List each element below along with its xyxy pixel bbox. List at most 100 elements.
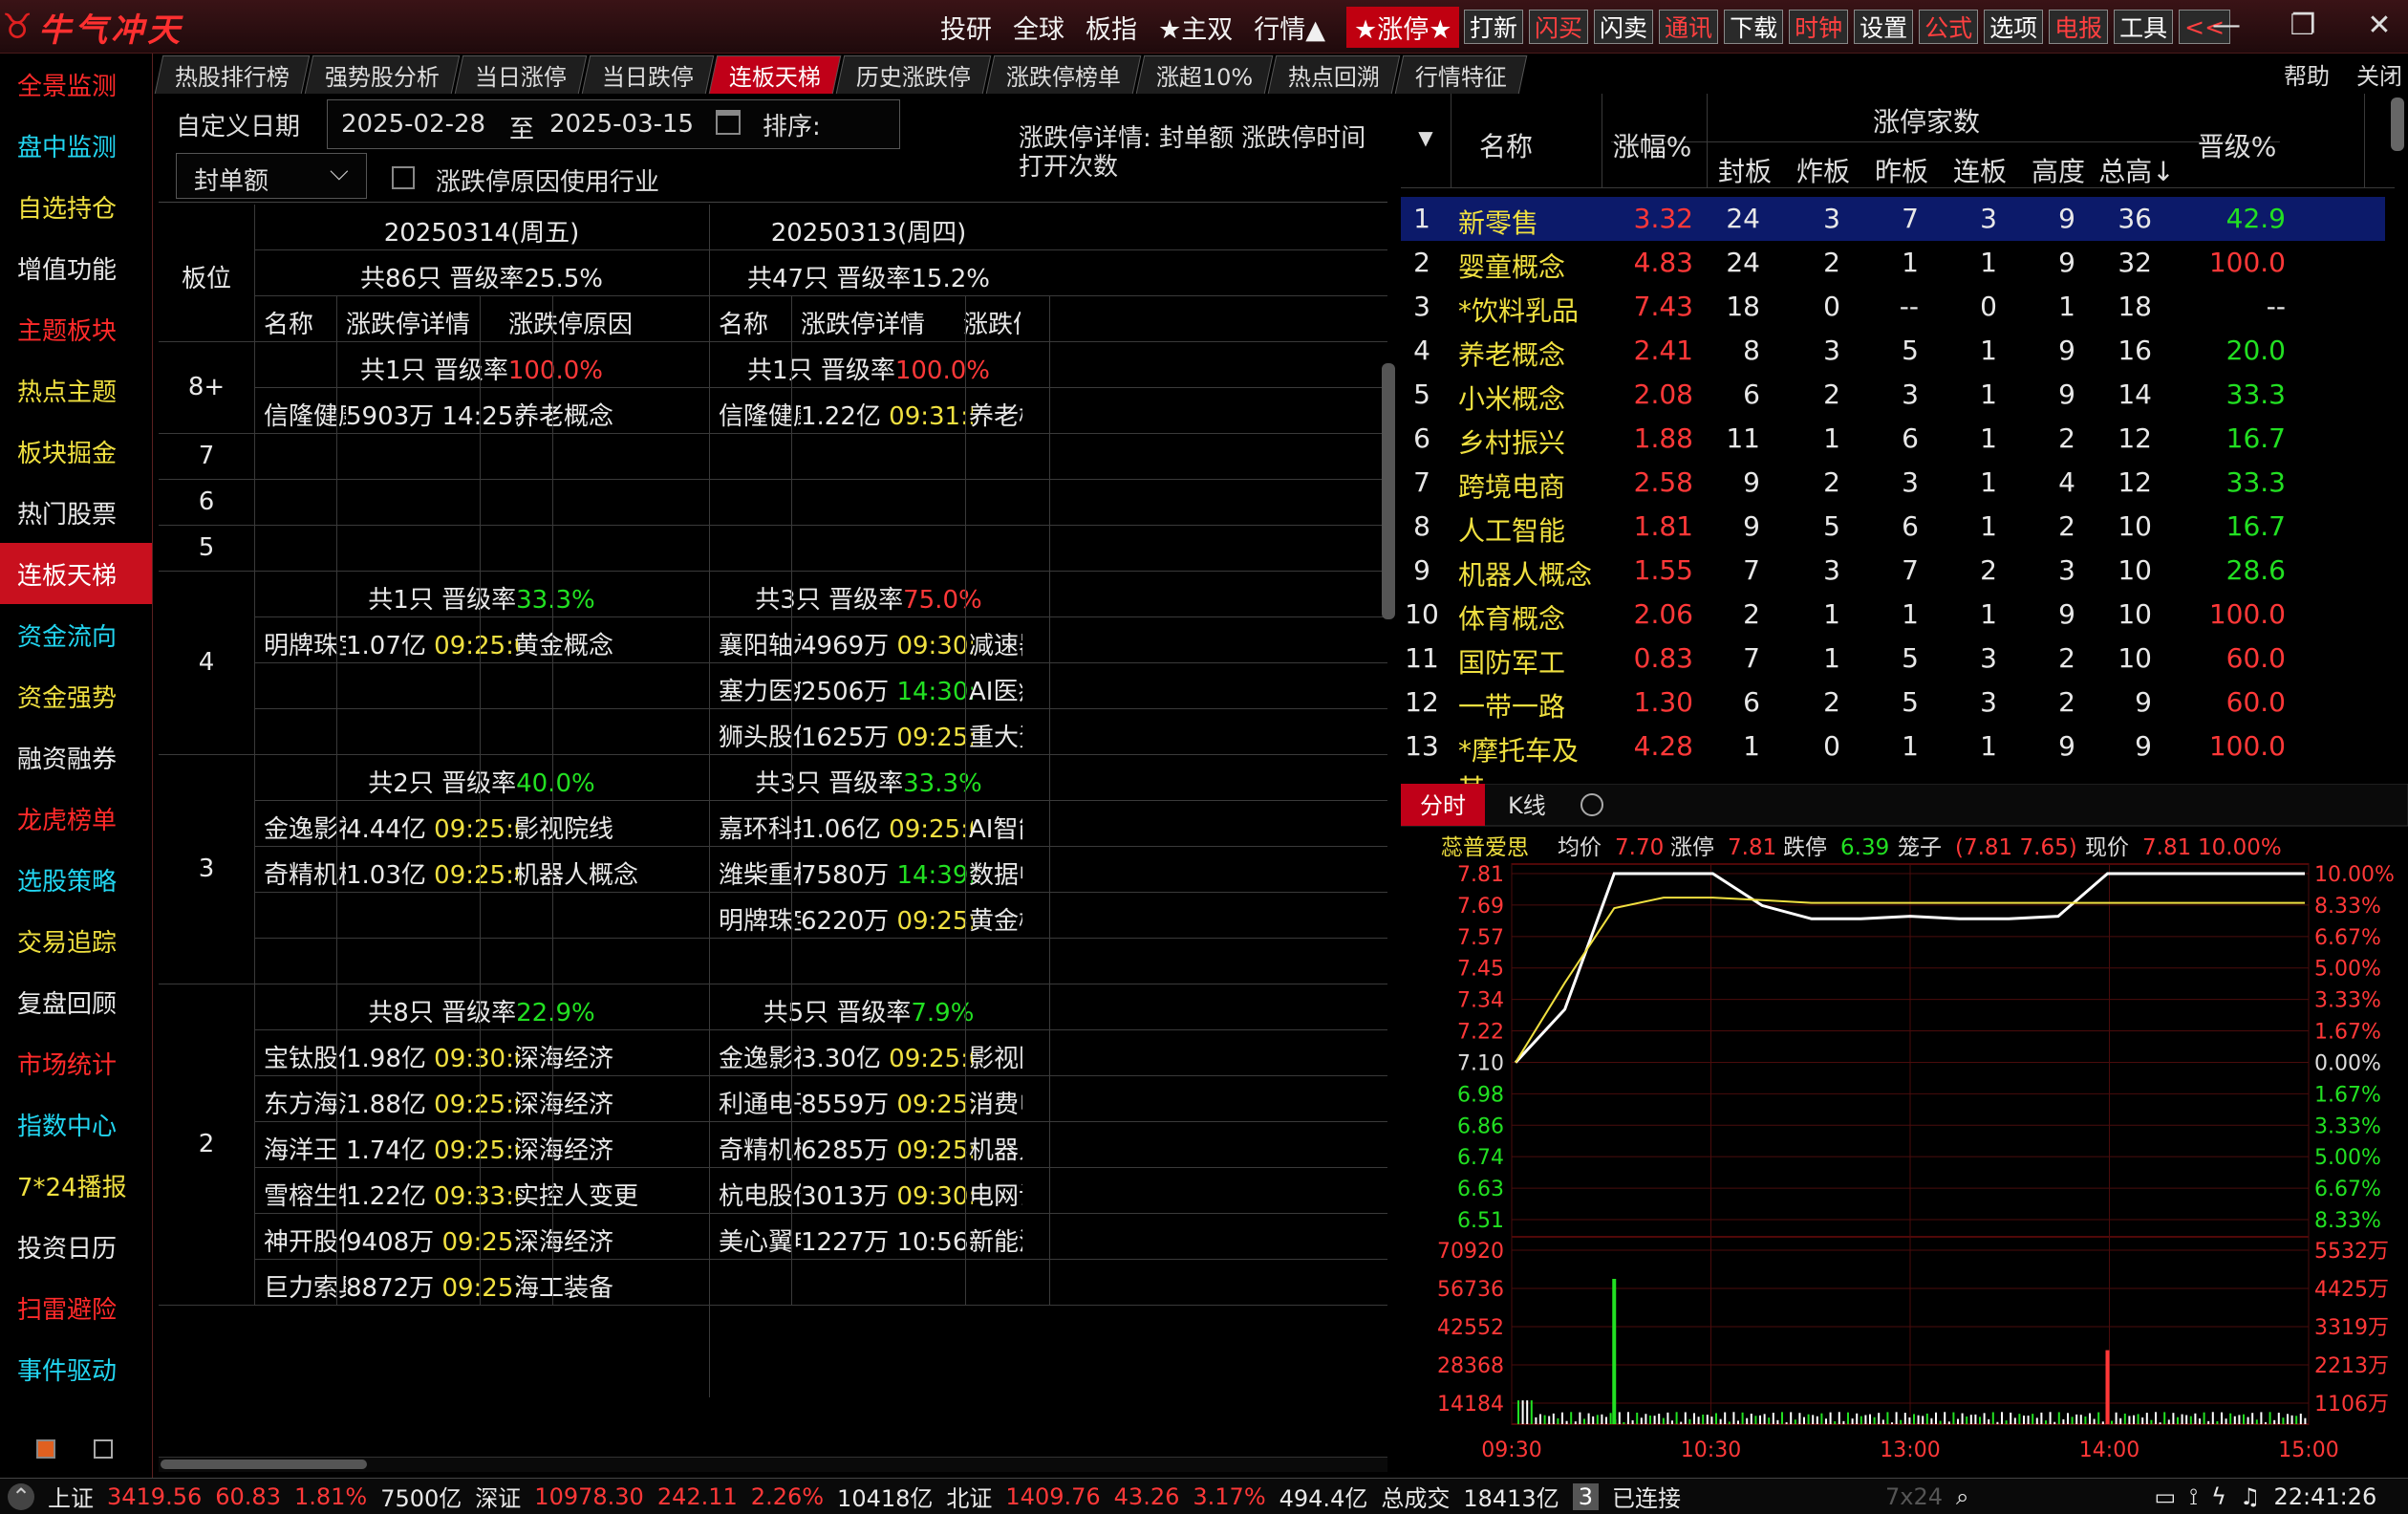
col-name[interactable]: 名称 xyxy=(1458,126,1554,164)
sidebar-item[interactable]: 选股策略 xyxy=(0,849,152,910)
sidebar-item[interactable]: 龙虎榜单 xyxy=(0,788,152,849)
chart-tab-kline[interactable]: K线 xyxy=(1508,792,1546,819)
sector-row[interactable]: 8 人工智能 1.81 9 5 6 1 2 10 16.7 xyxy=(1401,505,2385,549)
sidebar-item[interactable]: 全景监测 xyxy=(0,54,152,115)
reason-checkbox[interactable] xyxy=(392,166,415,189)
square-filled-icon[interactable] xyxy=(36,1439,55,1459)
sector-row[interactable]: 7 跨境电商 2.58 9 2 3 1 4 12 33.3 xyxy=(1401,461,2385,505)
menu-item[interactable]: 全球 xyxy=(1013,9,1064,46)
tab[interactable]: 历史涨跌停 xyxy=(835,55,992,94)
sidebar-item[interactable]: 增值功能 xyxy=(0,237,152,298)
menu-item[interactable]: 板指 xyxy=(1086,9,1137,46)
sidebar-item[interactable]: 扫雷避险 xyxy=(0,1277,152,1338)
ladder-hscroll[interactable] xyxy=(161,1460,367,1469)
sector-row[interactable]: 1 新零售 3.32 24 3 7 3 9 36 42.9 xyxy=(1401,197,2385,241)
message-icon[interactable]: ▭ xyxy=(2154,1483,2176,1510)
square-empty-icon[interactable] xyxy=(94,1439,113,1459)
tab[interactable]: 热点回溯 xyxy=(1268,55,1401,94)
search-icon[interactable]: ⌕ xyxy=(1956,1483,1968,1510)
grid-line xyxy=(254,295,1387,296)
chart-tab-minute[interactable]: 分时 xyxy=(1420,792,1466,819)
sidebar-item[interactable]: 主题板块 xyxy=(0,298,152,359)
close-link[interactable]: 关闭 xyxy=(2356,57,2402,91)
collapse-icon[interactable]: ⌃ xyxy=(8,1482,34,1510)
sector-row[interactable]: 2 婴童概念 4.83 24 2 1 1 9 32 100.0 xyxy=(1401,241,2385,285)
toolbar-button[interactable]: 时钟 xyxy=(1789,10,1849,44)
sidebar-item[interactable]: 热点主题 xyxy=(0,359,152,421)
tab[interactable]: 涨跌停榜单 xyxy=(985,55,1142,94)
col-height[interactable]: 高度 xyxy=(2020,151,2096,189)
col-seal[interactable]: 封板 xyxy=(1707,151,1783,189)
sidebar-item[interactable]: 7*24播报 xyxy=(0,1155,152,1216)
menu-item[interactable]: ★涨停★ xyxy=(1345,6,1460,48)
sidebar-item[interactable]: 市场统计 xyxy=(0,1032,152,1093)
sector-row[interactable]: 6 乡村振兴 1.88 11 1 6 1 2 12 16.7 xyxy=(1401,417,2385,461)
tab[interactable]: 涨超10% xyxy=(1135,55,1274,94)
sector-cell: 5 xyxy=(1823,510,1840,542)
col-prev[interactable]: 昨板 xyxy=(1863,151,1940,189)
tab[interactable]: 强势股分析 xyxy=(304,55,461,94)
sort-caret-icon[interactable]: ▼ xyxy=(1414,126,1437,149)
col-promo[interactable]: 晋级% xyxy=(2184,126,2290,164)
tab[interactable]: 热股排行榜 xyxy=(154,55,311,94)
toolbar-button[interactable]: 选项 xyxy=(1984,10,2044,44)
toolbar-button[interactable]: 设置 xyxy=(1854,10,1914,44)
col-continuous[interactable]: 连板 xyxy=(1942,151,2018,189)
tab[interactable]: 当日跌停 xyxy=(581,55,715,94)
sidebar-item[interactable]: 资金强势 xyxy=(0,665,152,726)
tab[interactable]: 行情特征 xyxy=(1395,55,1528,94)
toolbar-button[interactable]: 通讯 xyxy=(1659,10,1719,44)
toolbar-button[interactable]: 公式 xyxy=(1919,10,1979,44)
sector-row[interactable]: 3 *饮料乳品 7.43 18 0 -- 0 1 18 -- xyxy=(1401,285,2385,329)
col-burst[interactable]: 炸板 xyxy=(1785,151,1861,189)
sector-row[interactable]: 10 体育概念 2.06 2 1 1 1 9 10 100.0 xyxy=(1401,593,2385,637)
sector-row[interactable]: 4 养老概念 2.41 8 3 5 1 9 16 20.0 xyxy=(1401,329,2385,373)
sidebar-item[interactable]: 盘中监测 xyxy=(0,115,152,176)
tag-724[interactable]: 7x24 xyxy=(1885,1483,1943,1510)
menu-item[interactable]: 行情▲ xyxy=(1254,9,1325,46)
date-from-input[interactable]: 2025-02-28 xyxy=(341,110,485,139)
restore-icon[interactable]: ❐ xyxy=(2274,4,2332,46)
sector-row[interactable]: 12 一带一路 1.30 6 2 5 3 2 9 60.0 xyxy=(1401,681,2385,725)
ladder-vscroll[interactable] xyxy=(1382,363,1395,619)
sidebar-item[interactable]: 事件驱动 xyxy=(0,1338,152,1399)
sidebar-item[interactable]: 复盘回顾 xyxy=(0,971,152,1032)
col-change[interactable]: 涨幅% xyxy=(1600,126,1705,164)
sector-row[interactable]: 9 机器人概念 1.55 7 3 7 2 3 10 28.6 xyxy=(1401,549,2385,593)
lightning-icon[interactable]: ϟ xyxy=(2211,1483,2226,1510)
sector-cell: 1.81 xyxy=(1633,510,1693,542)
toolbar-button[interactable]: 电报 xyxy=(2049,10,2109,44)
sidebar-item[interactable]: 资金流向 xyxy=(0,604,152,665)
toolbar-button[interactable]: 闪买 xyxy=(1529,10,1589,44)
sidebar-item[interactable]: 投资日历 xyxy=(0,1216,152,1277)
tab[interactable]: 当日涨停 xyxy=(454,55,588,94)
sector-row[interactable]: 11 国防军工 0.83 7 1 5 3 2 10 60.0 xyxy=(1401,637,2385,681)
sector-row[interactable]: 13*摩托车及其4.28101199100.0 xyxy=(1401,725,2385,805)
antenna-icon[interactable]: ⟟ xyxy=(2189,1483,2198,1510)
toolbar-button[interactable]: 工具 xyxy=(2114,10,2174,44)
menu-item[interactable]: 投研 xyxy=(940,9,992,46)
sidebar-item[interactable]: 连板天梯 xyxy=(0,543,152,604)
sidebar-item[interactable]: 自选持仓 xyxy=(0,176,152,237)
date-to-input[interactable]: 2025-03-15 xyxy=(549,110,694,139)
sort-select[interactable]: 封单额 ⌵ xyxy=(176,153,367,199)
calendar-icon[interactable] xyxy=(716,110,741,135)
sidebar-item[interactable]: 交易追踪 xyxy=(0,910,152,971)
minimize-icon[interactable]: — xyxy=(2198,4,2255,46)
sidebar-item[interactable]: 板块掘金 xyxy=(0,421,152,482)
close-window-icon[interactable]: ✕ xyxy=(2351,4,2408,46)
toolbar-button[interactable]: 下载 xyxy=(1724,10,1784,44)
toolbar-button[interactable]: 打新 xyxy=(1464,10,1524,44)
col-total[interactable]: 总高↓ xyxy=(2098,151,2175,189)
bell-icon[interactable]: ♫ xyxy=(2240,1483,2261,1510)
sidebar-item[interactable]: 融资融券 xyxy=(0,726,152,788)
menu-item[interactable]: ★主双 xyxy=(1158,9,1233,46)
toolbar-button[interactable]: 闪卖 xyxy=(1594,10,1654,44)
col-limit-group[interactable]: 涨停家数 xyxy=(1707,101,2146,140)
tab[interactable]: 连板天梯 xyxy=(708,55,842,94)
sidebar-item[interactable]: 热门股票 xyxy=(0,482,152,543)
sidebar-item[interactable]: 指数中心 xyxy=(0,1093,152,1155)
sector-row[interactable]: 5 小米概念 2.08 6 2 3 1 9 14 33.3 xyxy=(1401,373,2385,417)
sector-vscroll[interactable] xyxy=(2391,97,2404,151)
help-link[interactable]: 帮助 xyxy=(2284,57,2330,91)
